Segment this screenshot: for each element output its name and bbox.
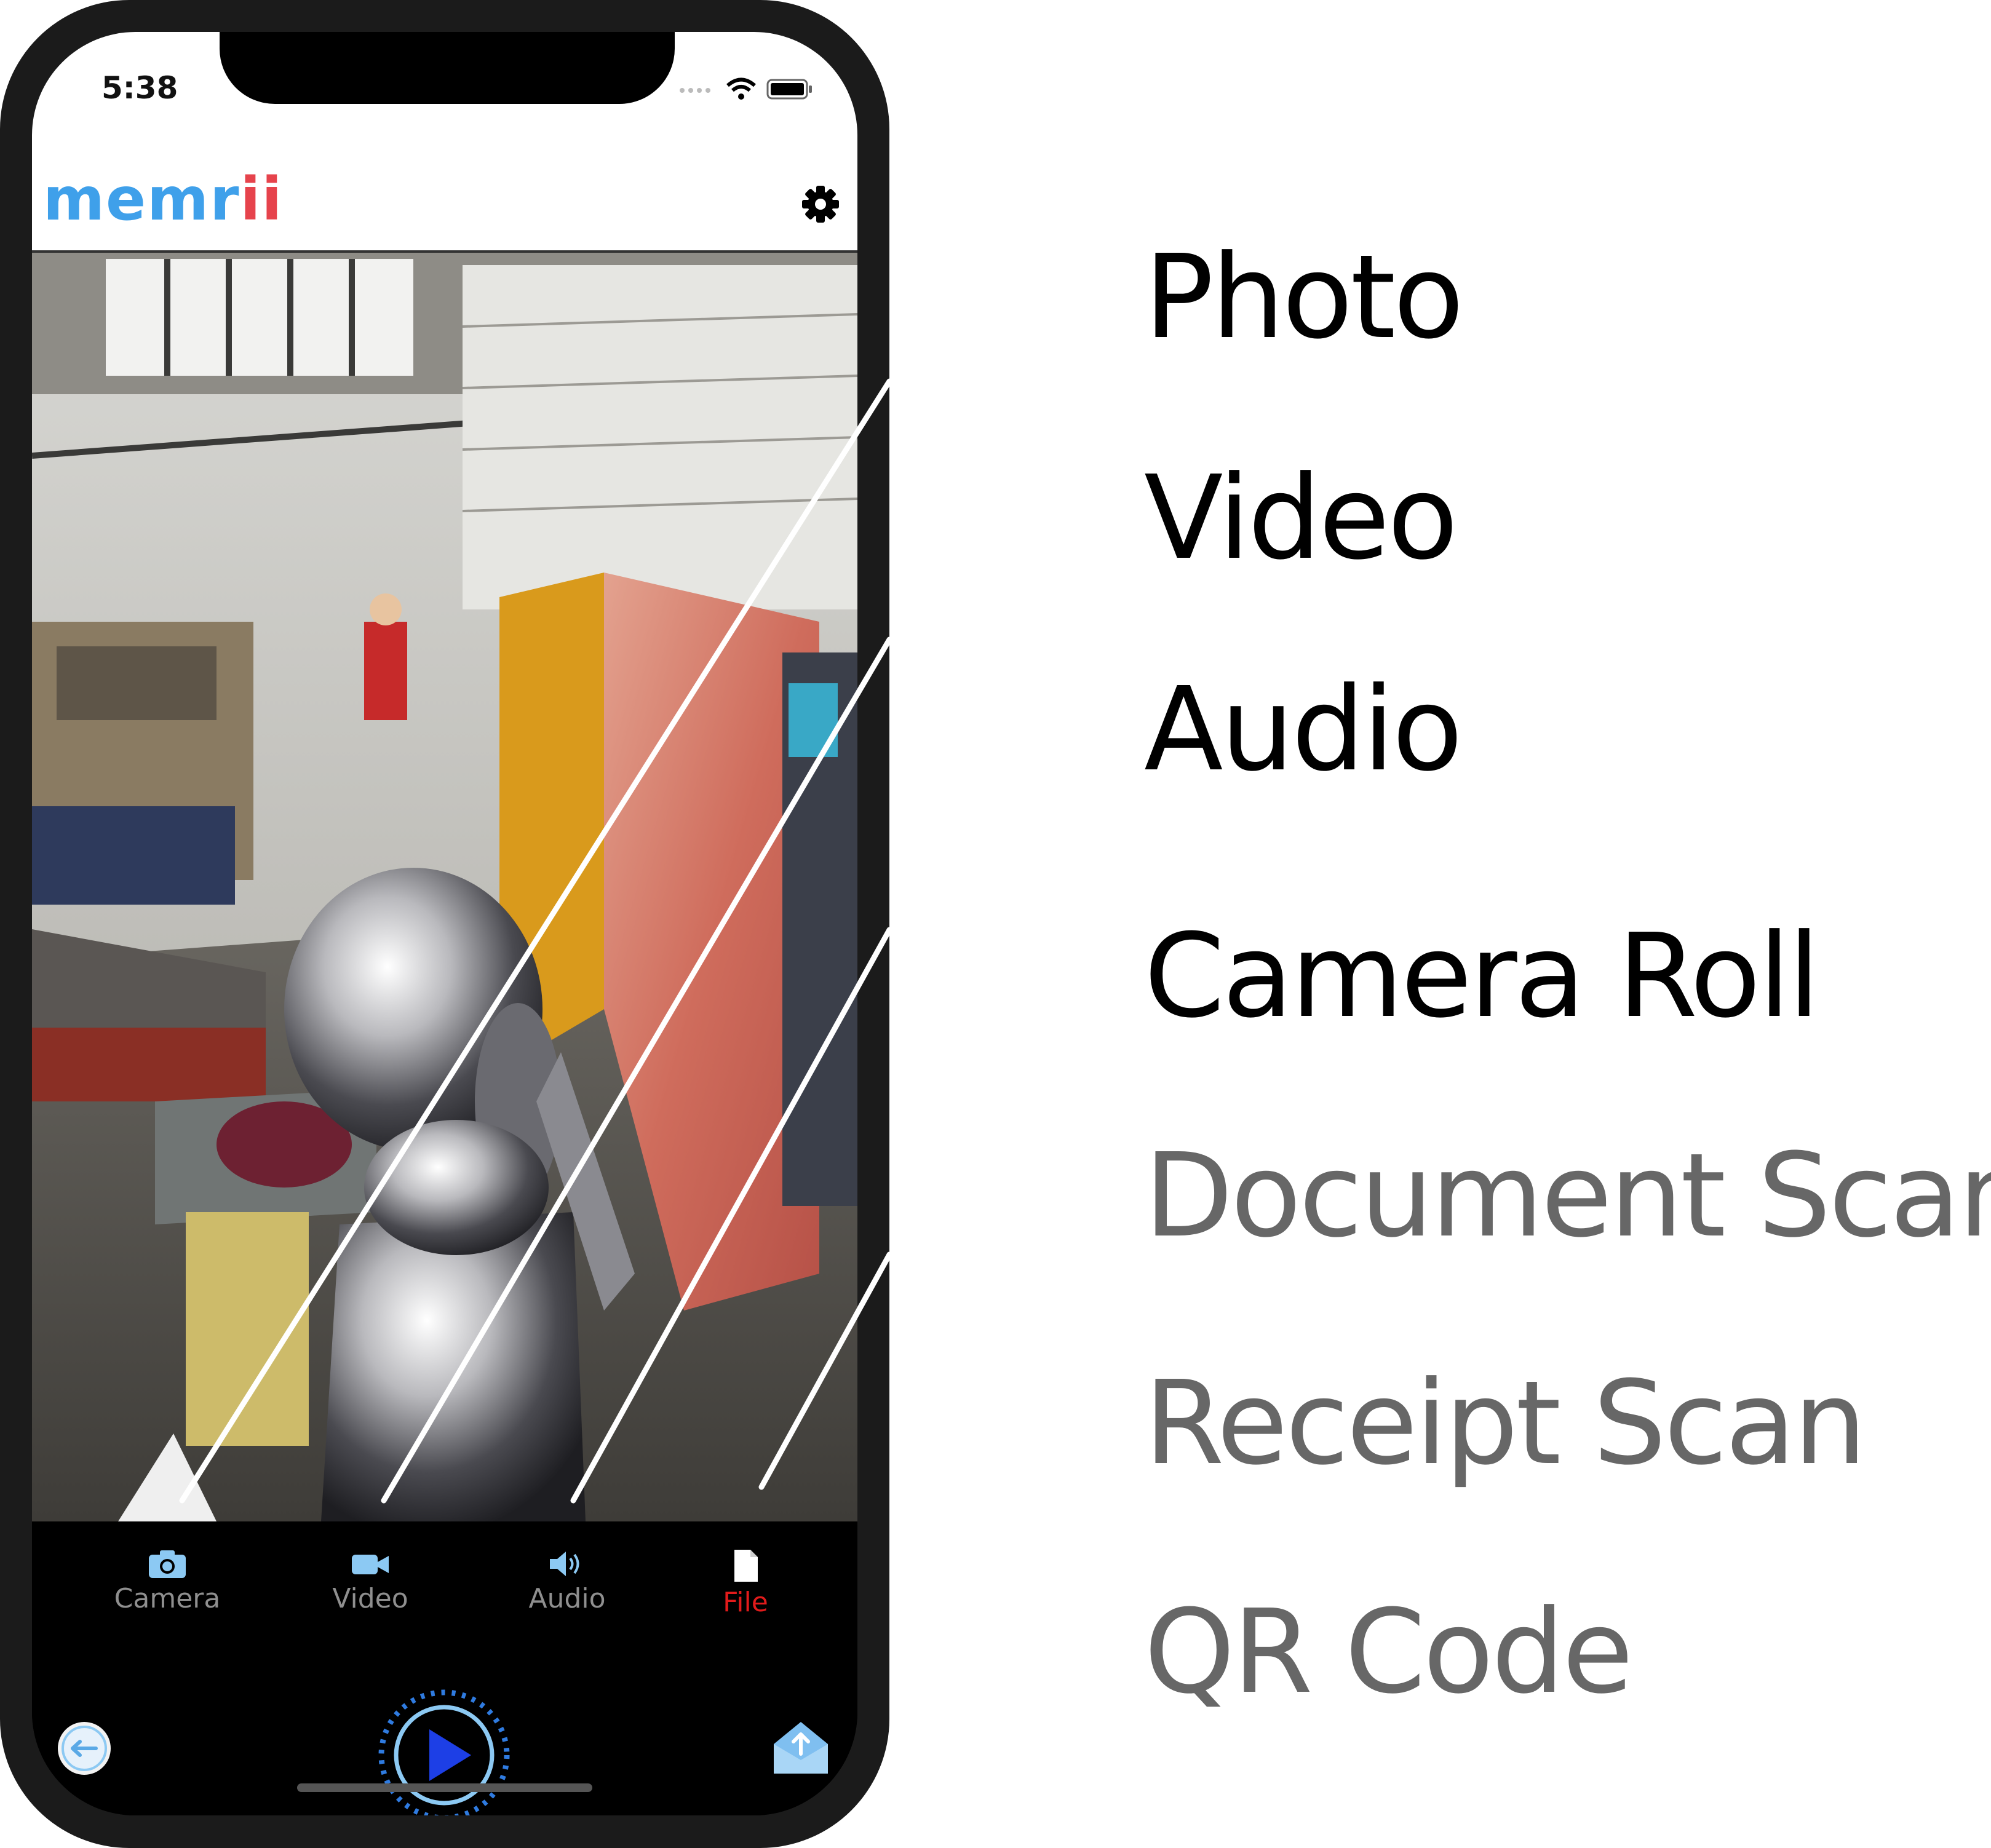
phone-screen: 5:38 memrii Camera Video Audio File <box>32 32 857 1815</box>
tab-file[interactable]: File <box>672 1549 819 1618</box>
speaker-icon <box>493 1549 641 1579</box>
tab-file-label: File <box>723 1587 768 1618</box>
feature-video: Video <box>1144 451 1458 585</box>
wifi-icon <box>726 77 757 101</box>
camera-viewfinder[interactable] <box>32 253 857 1521</box>
tab-video[interactable]: Video <box>296 1549 444 1614</box>
status-time: 5:38 <box>101 70 178 106</box>
logo-text-accent: ii <box>240 165 284 234</box>
home-indicator <box>297 1783 592 1792</box>
play-record-button[interactable] <box>376 1687 512 1815</box>
status-indicators <box>679 77 813 101</box>
back-icon[interactable] <box>55 1719 113 1780</box>
cellular-signal-icon <box>679 85 716 93</box>
feature-photo: Photo <box>1144 230 1464 365</box>
tab-camera-label: Camera <box>114 1583 221 1614</box>
bottom-controls <box>32 1675 857 1815</box>
phone-notch <box>220 32 675 104</box>
feature-qr-code: QR Code <box>1144 1585 1634 1719</box>
inbox-upload-icon[interactable] <box>770 1719 832 1779</box>
logo-text-main: memr <box>43 165 240 234</box>
memrii-logo: memrii <box>43 169 283 230</box>
video-icon <box>296 1549 444 1579</box>
feature-audio: Audio <box>1144 662 1463 797</box>
file-icon <box>672 1549 819 1583</box>
feature-document-scan: Document Scan <box>1144 1128 1991 1263</box>
gear-icon[interactable] <box>801 184 840 226</box>
feature-receipt-scan: Receipt Scan <box>1144 1356 1867 1491</box>
phone-frame: 5:38 memrii Camera Video Audio File <box>0 0 889 1848</box>
battery-icon <box>766 78 813 100</box>
camera-icon <box>93 1549 241 1579</box>
feature-camera-roll: Camera Roll <box>1144 909 1820 1044</box>
tab-video-label: Video <box>332 1583 408 1614</box>
tab-audio-label: Audio <box>528 1583 606 1614</box>
capture-tab-bar: Camera Video Audio File <box>32 1521 857 1675</box>
app-header: memrii <box>32 155 857 253</box>
tab-audio[interactable]: Audio <box>493 1549 641 1614</box>
tab-camera[interactable]: Camera <box>93 1549 241 1614</box>
